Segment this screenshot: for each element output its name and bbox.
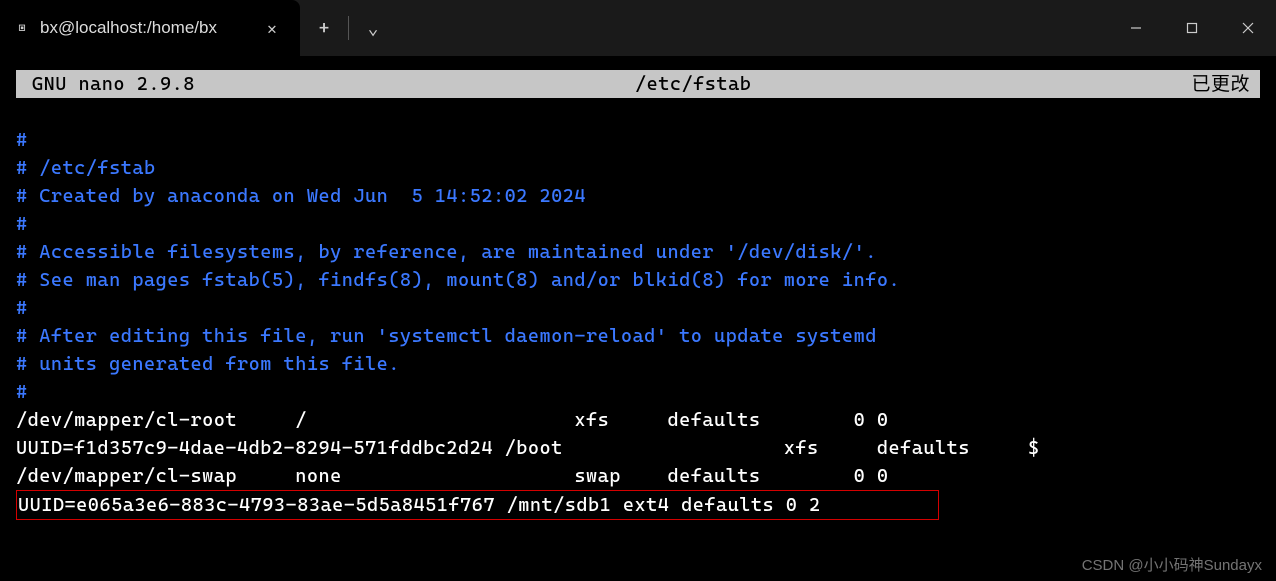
fstab-entry: UUID=f1d357c9-4dae-4db2-8294-571fddbc2d2…: [16, 434, 1260, 462]
comment-line: # units generated from this file.: [16, 350, 1260, 378]
terminal-body[interactable]: GNU nano 2.9.8 /etc/fstab 已更改 # # /etc/f…: [0, 56, 1276, 520]
file-content: # # /etc/fstab # Created by anaconda on …: [16, 126, 1260, 520]
comment-line: #: [16, 126, 1260, 154]
nano-filename: /etc/fstab: [195, 70, 1192, 98]
tab-title: bx@localhost:/home/bx: [40, 18, 252, 38]
comment-line: #: [16, 294, 1260, 322]
close-window-button[interactable]: [1220, 0, 1276, 56]
fstab-entry: /dev/mapper/cl-root / xfs defaults 0 0: [16, 406, 1260, 434]
new-tab-button[interactable]: +: [300, 0, 348, 56]
minimize-button[interactable]: [1108, 0, 1164, 56]
tab-actions: + ⌄: [300, 0, 397, 56]
maximize-icon: [1186, 22, 1198, 34]
comment-line: # Accessible filesystems, by reference, …: [16, 238, 1260, 266]
watermark: CSDN @小小码神Sundayx: [1082, 554, 1262, 575]
nano-titlebar: GNU nano 2.9.8 /etc/fstab 已更改: [16, 70, 1260, 98]
close-icon: [1242, 22, 1254, 34]
window-controls: [1108, 0, 1276, 56]
highlight-box: UUID=e065a3e6-883c-4793-83ae-5d5a8451f76…: [16, 490, 939, 520]
tab-active[interactable]: ▣ bx@localhost:/home/bx ✕: [0, 0, 300, 56]
nano-version: GNU nano 2.9.8: [20, 70, 195, 98]
minimize-icon: [1130, 22, 1142, 34]
comment-line: # See man pages fstab(5), findfs(8), mou…: [16, 266, 1260, 294]
tab-dropdown-button[interactable]: ⌄: [349, 0, 397, 56]
fstab-entry: /dev/mapper/cl-swap none swap defaults 0…: [16, 462, 1260, 490]
maximize-button[interactable]: [1164, 0, 1220, 56]
comment-line: #: [16, 210, 1260, 238]
comment-line: #: [16, 378, 1260, 406]
comment-line: # Created by anaconda on Wed Jun 5 14:52…: [16, 182, 1260, 210]
terminal-icon: ▣: [14, 20, 30, 36]
nano-modified-status: 已更改: [1191, 70, 1256, 98]
tab-close-button[interactable]: ✕: [262, 18, 282, 38]
comment-line: # After editing this file, run 'systemct…: [16, 322, 1260, 350]
window-titlebar: ▣ bx@localhost:/home/bx ✕ + ⌄: [0, 0, 1276, 56]
comment-line: # /etc/fstab: [16, 154, 1260, 182]
fstab-entry-highlighted: UUID=e065a3e6-883c-4793-83ae-5d5a8451f76…: [16, 490, 1260, 520]
